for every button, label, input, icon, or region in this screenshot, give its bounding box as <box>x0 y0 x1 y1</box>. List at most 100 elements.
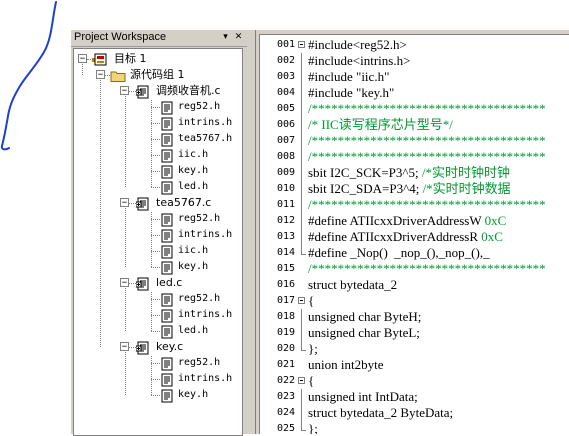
header-file-icon <box>160 212 174 227</box>
line-number: 011 <box>277 199 296 210</box>
header-file-icon <box>160 132 174 147</box>
tree-item-f1d[interactable]: iic.h <box>74 148 240 163</box>
tree-item-label: led.h <box>178 181 209 192</box>
fold-guide <box>301 149 302 165</box>
code-text: unsigned char ByteL; <box>308 325 420 340</box>
line-number: 018 <box>277 311 296 322</box>
header-file-icon <box>160 228 174 243</box>
code-line[interactable]: 015 /************************************ <box>260 261 569 277</box>
fold-guide <box>301 389 302 405</box>
header-file-icon <box>160 164 174 179</box>
tree-item-f4[interactable]: − key.c <box>74 340 240 355</box>
code-line[interactable]: 013 #define ATIIcxxDriverAddressR 0xC <box>260 229 569 245</box>
code-text: /************************************ <box>308 133 546 148</box>
project-tree[interactable]: − 目标 1− 源代码组 1− 调频收音机.c reg52.h intrins.h tea5… <box>73 48 243 436</box>
tree-item-group[interactable]: − 源代码组 1 <box>74 68 240 82</box>
code-line[interactable]: 025}; <box>260 421 569 434</box>
code-line[interactable]: 021 union int2byte <box>260 357 569 373</box>
code-line[interactable]: 002 #include<intrins.h> <box>260 53 569 69</box>
tree-item-f4a[interactable]: reg52.h <box>74 356 240 371</box>
code-text: /************************************ <box>308 261 546 276</box>
tree-item-f3c[interactable]: led.h <box>74 324 240 339</box>
tree-item-label: 调频收音机.c <box>156 84 221 97</box>
tree-item-label: tea5767.h <box>178 133 233 144</box>
header-file-icon <box>160 100 174 115</box>
code-line[interactable]: 020}; <box>260 341 569 357</box>
fold-guide <box>301 69 302 85</box>
code-line[interactable]: 017{ <box>260 293 569 309</box>
tree-item-label: intrins.h <box>178 373 233 384</box>
tree-item-f2a[interactable]: reg52.h <box>74 212 240 227</box>
pin-icon[interactable]: ▾ <box>220 32 231 43</box>
code-line[interactable]: 016 struct bytedata_2 <box>260 277 569 293</box>
line-number: 005 <box>277 103 296 114</box>
editor-text-area[interactable]: 001 #include<reg52.h> 002 #include<intrins.… <box>259 34 569 434</box>
code-text: /************************************ <box>308 149 546 164</box>
fold-toggle-icon[interactable] <box>298 41 305 48</box>
line-number: 025 <box>277 423 296 434</box>
code-line[interactable]: 008 /************************************ <box>260 149 569 165</box>
tree-item-label: 源代码组 1 <box>130 68 185 81</box>
panel-splitter[interactable] <box>247 30 257 434</box>
tree-connector <box>125 288 126 331</box>
tree-connector <box>125 96 126 187</box>
code-line[interactable]: 019 unsigned char ByteL; <box>260 325 569 341</box>
code-line[interactable]: 010 sbit I2C_SDA=P3^4; /*实时时钟数据 <box>260 181 569 197</box>
code-line[interactable]: 023 unsigned int IntData; <box>260 389 569 405</box>
fold-guide <box>301 197 302 213</box>
tree-item-f3[interactable]: − led.c <box>74 276 240 291</box>
tree-item-f2[interactable]: − tea5767.c <box>74 196 240 211</box>
line-number: 014 <box>277 247 296 258</box>
code-text: }; <box>308 341 318 356</box>
tree-item-f1a[interactable]: reg52.h <box>74 100 240 115</box>
fold-guide <box>301 229 302 245</box>
tree-item-f4c[interactable]: key.h <box>74 388 240 403</box>
collapse-icon[interactable]: − <box>120 342 129 352</box>
line-number: 024 <box>277 407 296 418</box>
line-number: 002 <box>277 55 296 66</box>
collapse-icon[interactable]: − <box>120 198 129 208</box>
code-line[interactable]: 011 /************************************ <box>260 197 569 213</box>
fold-guide <box>301 85 302 101</box>
line-number: 012 <box>277 215 296 226</box>
close-icon[interactable]: ✕ <box>233 32 244 43</box>
tree-item-f1c[interactable]: tea5767.h <box>74 132 240 147</box>
tree-item-f1f[interactable]: led.h <box>74 180 240 195</box>
target-icon <box>91 52 107 66</box>
code-line[interactable]: 022{ <box>260 373 569 389</box>
code-line[interactable]: 001 #include<reg52.h> <box>260 37 569 53</box>
tree-item-label: intrins.h <box>178 117 233 128</box>
code-line[interactable]: 009 sbit I2C_SCK=P3^5; /*实时时钟时钟 <box>260 165 569 181</box>
line-number: 003 <box>277 71 296 82</box>
tree-item-f2d[interactable]: key.h <box>74 260 240 275</box>
code-line[interactable]: 012 #define ATIIcxxDriverAddressW 0xC <box>260 213 569 229</box>
collapse-icon[interactable]: − <box>96 70 105 80</box>
tree-item-f1[interactable]: − 调频收音机.c <box>74 84 240 99</box>
code-line[interactable]: 006 /* IIC读写程序芯片型号*/ <box>260 117 569 133</box>
code-line[interactable]: 007 /************************************ <box>260 133 569 149</box>
collapse-icon[interactable]: − <box>120 86 129 96</box>
collapse-icon[interactable]: − <box>78 54 87 64</box>
tree-item-f1e[interactable]: key.h <box>74 164 240 179</box>
tree-item-f2c[interactable]: iic.h <box>74 244 240 259</box>
fold-toggle-icon[interactable] <box>298 297 305 304</box>
code-text: }; <box>308 421 318 434</box>
code-line[interactable]: 004 #include "key.h" <box>260 85 569 101</box>
code-line[interactable]: 014 #define _Nop() _nop_(),_nop_(),_ <box>260 245 569 261</box>
tree-item-target[interactable]: − 目标 1 <box>74 52 240 66</box>
code-text: { <box>308 293 315 308</box>
code-line[interactable]: 024 struct bytedata_2 ByteData; <box>260 405 569 421</box>
collapse-icon[interactable]: − <box>120 278 129 288</box>
code-line[interactable]: 018 unsigned char ByteH; <box>260 309 569 325</box>
tree-connector <box>125 208 126 267</box>
tree-item-f3a[interactable]: reg52.h <box>74 292 240 307</box>
code-line[interactable]: 003 #include "iic.h" <box>260 69 569 85</box>
tree-item-f2b[interactable]: intrins.h <box>74 228 240 243</box>
fold-toggle-icon[interactable] <box>298 377 305 384</box>
code-line[interactable]: 005 /************************************ <box>260 101 569 117</box>
tree-item-f3b[interactable]: intrins.h <box>74 308 240 323</box>
code-text: sbit I2C_SCK=P3^5; /*实时时钟时钟 <box>308 165 510 180</box>
line-number: 013 <box>277 231 296 242</box>
tree-item-f1b[interactable]: intrins.h <box>74 116 240 131</box>
tree-item-f4b[interactable]: intrins.h <box>74 372 240 387</box>
